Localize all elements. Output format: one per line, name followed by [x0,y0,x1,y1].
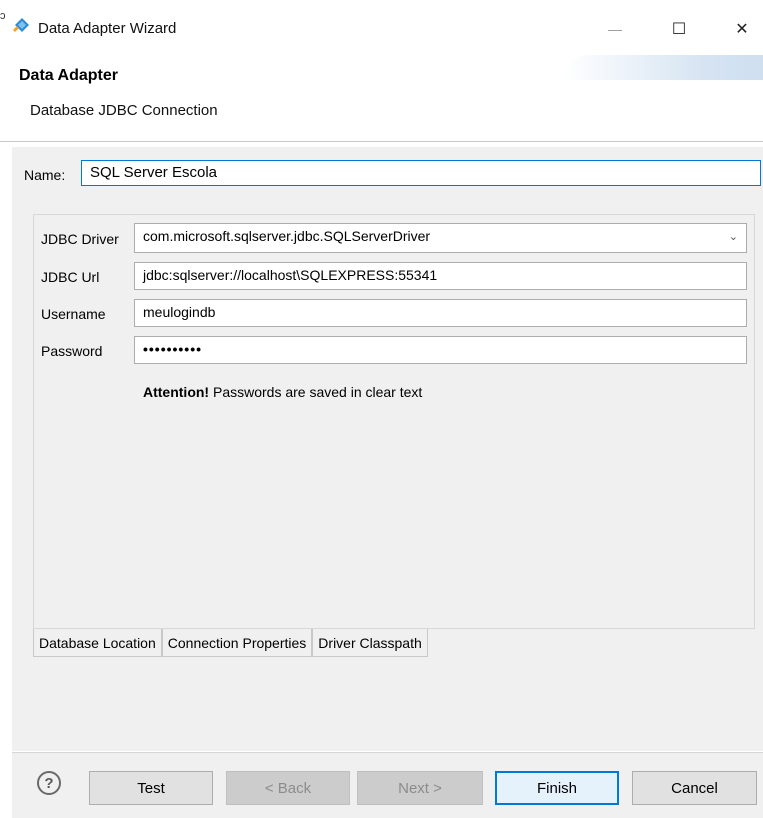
jdbc-url-label: JDBC Url [41,269,100,285]
page-title: Data Adapter [19,67,118,84]
jdbc-driver-select[interactable]: com.microsoft.sqlserver.jdbc.SQLServerDr… [134,223,747,253]
attention-label: Attention! [143,384,210,400]
help-icon[interactable]: ? [37,771,61,795]
next-button[interactable]: Next > [357,771,483,805]
page-subtitle: Database JDBC Connection [30,102,218,119]
tab-driver-classpath[interactable]: Driver Classpath [312,629,428,657]
banner-decoration [563,55,763,80]
tab-database-location[interactable]: Database Location [33,629,162,657]
window-title: Data Adapter Wizard [38,20,177,37]
jdbc-url-input[interactable]: jdbc:sqlserver://localhost\SQLEXPRESS:55… [134,262,747,290]
password-warning: Attention! Passwords are saved in clear … [143,384,422,400]
username-input[interactable]: meulogindb [134,299,747,327]
back-button[interactable]: < Back [226,771,350,805]
cancel-button[interactable]: Cancel [632,771,757,805]
chevron-down-icon[interactable]: ⌄ [729,230,738,243]
finish-button[interactable]: Finish [495,771,619,805]
maximize-button[interactable]: ☐ [662,14,696,44]
username-label: Username [41,306,106,322]
jdbc-driver-value: com.microsoft.sqlserver.jdbc.SQLServerDr… [143,228,431,244]
password-input[interactable]: •••••••••• [134,336,747,364]
name-input[interactable]: SQL Server Escola [81,160,761,186]
name-label: Name: [24,167,66,183]
attention-text: Passwords are saved in clear text [209,384,423,400]
tab-connection-properties[interactable]: Connection Properties [161,629,313,657]
close-button[interactable]: ✕ [725,14,759,44]
password-label: Password [41,343,103,359]
data-adapter-icon [12,18,29,33]
window-edge-mark: ɔ [0,10,6,22]
jdbc-driver-label: JDBC Driver [41,231,119,247]
test-button[interactable]: Test [89,771,213,805]
minimize-button[interactable]: — [598,14,632,44]
tab-bar: Database Location Connection Properties … [33,629,428,659]
